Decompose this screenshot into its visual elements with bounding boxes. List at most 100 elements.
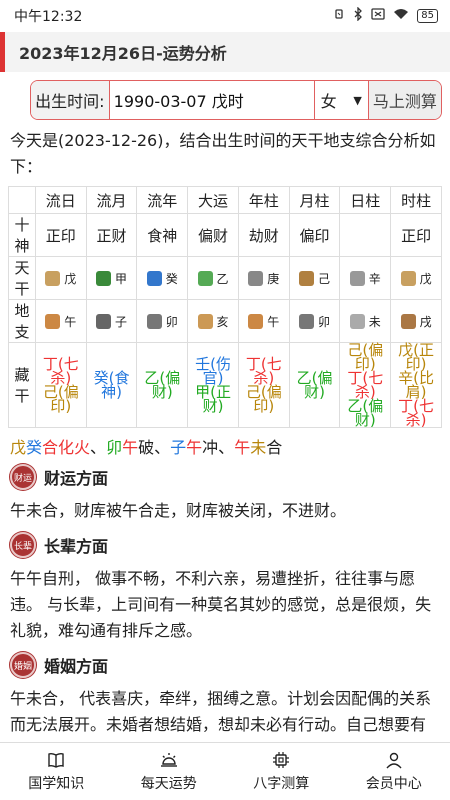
tiangan-char: 癸 (165, 271, 178, 286)
bluetooth-icon (353, 6, 363, 25)
tiangan-cell-content: 甲 (87, 270, 137, 287)
section-title: 长辈方面 (44, 537, 109, 556)
tiangan-cell-content: 己 (290, 270, 340, 287)
zanggan-cell: 乙(偏财) (136, 342, 189, 428)
zodiac-icon (349, 313, 365, 329)
calculate-button[interactable]: 马上测算 (367, 81, 441, 119)
tiangan-cell-content: 庚 (239, 270, 289, 287)
column-header: 月柱 (288, 186, 341, 214)
zanggan-cell: 癸(食神) (85, 342, 138, 428)
combo-relation: 破 (138, 438, 155, 457)
mute-icon (333, 8, 345, 24)
combination-line: 戊癸合化火、卯午破、子午冲、午未合 (0, 428, 450, 458)
zanggan-cell: 壬(伤官) 甲(正财) (187, 342, 239, 428)
user-icon (386, 752, 402, 768)
dizhi-char: 午 (267, 314, 280, 329)
combo-separator: 、 (218, 438, 235, 457)
sun-icon (160, 752, 177, 767)
zodiac-icon (299, 313, 315, 329)
combo-relation: 合化火 (42, 438, 91, 457)
tiangan-cell: 己 (288, 256, 341, 300)
tiangan-cell-content: 戊 (391, 270, 441, 287)
section-body: 午午自刑， 做事不畅，不利六亲，易遭挫折，往往事与愿违。 与长辈，上司间有一种莫… (10, 569, 432, 640)
nav-bazi[interactable]: 八字测算 (225, 743, 338, 800)
dizhi-char: 未 (368, 314, 381, 329)
dizhi-cell-content: 未 (340, 313, 390, 330)
zodiac-icon (197, 270, 213, 286)
combo-separator: 、 (154, 438, 171, 457)
combo-char-a: 午 (234, 438, 251, 457)
dizhi-cell-content: 子 (87, 313, 137, 330)
bottom-nav: 国学知识 每天运势 八字测算 会员中心 (0, 742, 450, 800)
birth-time-input[interactable] (109, 81, 314, 119)
bazi-table: 流日 流月 流年 大运 年柱 月柱 日柱 时柱 十神 正印 正财 食神 偏财 劫财 偏印 正印 天干戊甲癸乙… (8, 186, 442, 428)
tiangan-char: 庚 (267, 271, 280, 286)
nav-daily[interactable]: 每天运势 (113, 743, 226, 800)
zodiac-icon (45, 270, 61, 286)
table-row-shishen: 十神 正印 正财 食神 偏财 劫财 偏印 正印 (8, 213, 442, 257)
row-label: 十神 (8, 213, 36, 257)
column-header: 日柱 (339, 186, 392, 214)
shishen-cell: 劫财 (237, 213, 290, 257)
shishen-cell: 正印 (390, 213, 442, 257)
dizhi-cell-content: 戌 (391, 313, 441, 330)
status-bar: 中午12:32 85 (0, 0, 450, 32)
column-header: 流月 (85, 186, 138, 214)
chip-icon (273, 751, 290, 768)
nav-label: 每天运势 (140, 775, 197, 792)
dizhi-char: 卯 (318, 314, 331, 329)
zanggan-item: 甲(正财) (195, 383, 231, 415)
zanggan-item: 壬(伤官) (195, 355, 231, 387)
status-time: 中午12:32 (14, 9, 83, 25)
dizhi-cell-content: 午 (239, 313, 289, 330)
combo-char-a: 卯 (106, 438, 123, 457)
tiangan-cell: 戊 (390, 256, 442, 300)
dizhi-cell: 卯 (136, 299, 189, 343)
section-header: 财运 财运方面 (0, 458, 450, 492)
zanggan-item: 己(偏印) (347, 341, 384, 373)
dizhi-char: 亥 (216, 314, 229, 329)
shishen-cell: 偏印 (288, 213, 341, 257)
birth-time-label: 出生时间: (31, 81, 110, 119)
dizhi-cell: 戌 (390, 299, 442, 343)
seal-icon: 长辈 (10, 532, 36, 558)
column-header (8, 186, 36, 214)
tiangan-char: 甲 (115, 271, 128, 286)
tiangan-char: 乙 (216, 271, 229, 286)
tiangan-cell-content: 辛 (340, 270, 390, 287)
table-row-zanggan: 藏干 丁(七杀) 己(偏印) 癸(食神) 乙(偏财) 壬(伤官) 甲(正财) 丁(七杀) 己(偏… (8, 341, 442, 428)
combo-relation: 冲 (202, 438, 219, 457)
shishen-cell: 正财 (85, 213, 138, 257)
nav-guoxue[interactable]: 国学知识 (0, 743, 113, 800)
zanggan-item: 戊(正印) (398, 341, 435, 373)
dizhi-char: 卯 (165, 314, 178, 329)
page-title: 2023年12月26日-运势分析 (0, 32, 450, 72)
section-title: 财运方面 (44, 469, 109, 488)
row-label: 地支 (8, 299, 36, 343)
birth-form: 出生时间: 女 ▼ 马上测算 (30, 80, 442, 120)
sim-icon (371, 8, 385, 24)
zodiac-icon (146, 313, 162, 329)
zodiac-icon (96, 270, 112, 286)
dizhi-cell-content: 卯 (290, 313, 340, 330)
gender-select[interactable]: 女 ▼ (313, 81, 368, 119)
seal-icon: 财运 (10, 464, 36, 490)
zanggan-item: 丁(七杀) (245, 355, 282, 387)
zanggan-cell: 戊(正印) 辛(比肩) 丁(七杀) (390, 341, 442, 428)
tiangan-cell: 乙 (187, 256, 239, 300)
zodiac-icon (248, 270, 264, 286)
column-header: 年柱 (237, 186, 290, 214)
zanggan-item: 己(偏印) (42, 383, 79, 415)
zanggan-item: 己(偏印) (245, 383, 282, 415)
row-label: 藏干 (8, 342, 36, 428)
zanggan-item: 辛(比肩) (398, 369, 435, 401)
nav-label: 国学知识 (28, 775, 85, 792)
nav-member[interactable]: 会员中心 (338, 743, 450, 800)
column-header: 流年 (136, 186, 189, 214)
zanggan-cell: 丁(七杀) 己(偏印) (237, 342, 290, 428)
shishen-cell: 偏财 (187, 213, 239, 257)
table-header-row: 流日 流月 流年 大运 年柱 月柱 日柱 时柱 (8, 186, 442, 214)
nav-label: 会员中心 (365, 775, 422, 792)
intro-text: 今天是(2023-12-26)，结合出生时间的天干地支综合分析如下： (10, 131, 436, 176)
zodiac-icon (400, 313, 416, 329)
